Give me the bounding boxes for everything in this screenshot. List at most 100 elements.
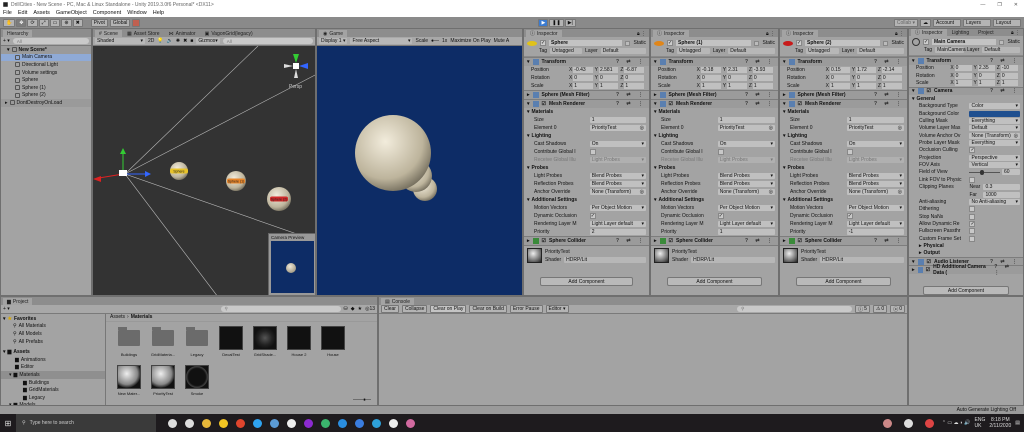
foldout-arrow-icon[interactable]: ▾ bbox=[527, 101, 530, 107]
component-header[interactable]: ▸ Sphere (Mesh Filter) ? ⇄ ⋮ bbox=[524, 90, 649, 99]
field-checkbox[interactable]: ✓ bbox=[969, 220, 976, 227]
active-checkbox[interactable]: ✓ bbox=[667, 40, 673, 46]
field-input[interactable]: 1 bbox=[717, 229, 775, 235]
foldout-arrow-icon[interactable]: ▾ bbox=[912, 88, 915, 94]
lighting-toggle-icon[interactable]: 💡 bbox=[157, 38, 163, 44]
game-viewport[interactable] bbox=[317, 46, 523, 296]
asset-item[interactable]: House 2 bbox=[284, 325, 314, 357]
foldout-group[interactable]: ▾ Probes bbox=[651, 164, 778, 172]
field-input[interactable]: Light Probes ▾ bbox=[589, 157, 646, 163]
axis-z-input[interactable]: 1 bbox=[752, 83, 773, 89]
active-checkbox[interactable]: ✓ bbox=[796, 40, 802, 46]
foldout-group[interactable]: ▾ General bbox=[909, 95, 1023, 102]
foldout-group[interactable]: ▾ Lighting bbox=[651, 132, 778, 140]
component-menu-icons[interactable]: ? ⇄ ⋮ bbox=[745, 101, 778, 107]
active-checkbox[interactable]: ✓ bbox=[540, 40, 546, 46]
field-checkbox[interactable] bbox=[969, 213, 976, 220]
axis-z-input[interactable]: 0 bbox=[1000, 72, 1019, 79]
favorite-icon[interactable]: ★ bbox=[358, 306, 362, 312]
axis-z-input[interactable]: 0 bbox=[752, 75, 773, 81]
foldout-arrow-icon[interactable]: ▸ bbox=[527, 238, 530, 244]
component-header[interactable]: ▸ ☑ Sphere Collider ? ⇄ ⋮ bbox=[780, 236, 907, 245]
component-header[interactable]: ▾ Transform ? ⇄ ⋮ bbox=[524, 57, 649, 66]
camera-icon[interactable]: ■ bbox=[190, 38, 193, 44]
component-header[interactable]: ▾ Transform ? ⇄ ⋮ bbox=[909, 56, 1023, 65]
field-checkbox[interactable]: ✓ bbox=[717, 213, 724, 219]
asset-item[interactable]: Smoke bbox=[182, 364, 212, 396]
console-clear-button[interactable]: Clear bbox=[381, 305, 399, 313]
axis-y-input[interactable]: 1 bbox=[727, 83, 747, 89]
axis-z-input[interactable]: 1 bbox=[881, 83, 902, 89]
maximize-button[interactable]: ❐ bbox=[997, 2, 1001, 8]
add-component-button[interactable]: Add Component bbox=[923, 286, 1009, 295]
tab-vagongrid-legacy-[interactable]: ▣ VagonGrid(legacy) bbox=[200, 30, 257, 37]
axis-y-input[interactable]: 0 bbox=[727, 75, 747, 81]
field-dropdown[interactable]: Light Layer default ▾ bbox=[846, 221, 904, 227]
slider-value-input[interactable]: 60 bbox=[1002, 169, 1020, 176]
hierarchy-item[interactable]: Directional Light bbox=[1, 61, 91, 69]
global-toggle[interactable]: Global bbox=[109, 18, 131, 27]
foldout-group[interactable]: ▾ Materials bbox=[780, 108, 907, 116]
hierarchy-item[interactable]: Sphere (2) bbox=[1, 92, 91, 100]
foldout-arrow-icon[interactable]: ▾ bbox=[654, 133, 657, 139]
language-indicator[interactable]: ENG UK bbox=[975, 417, 986, 429]
chrome-icon[interactable] bbox=[236, 418, 245, 428]
foldout-arrow-icon[interactable]: ▾ bbox=[9, 372, 12, 378]
filter-type-icon[interactable]: ⛁ bbox=[344, 306, 348, 312]
component-enabled-checkbox[interactable]: ☑ bbox=[798, 101, 802, 107]
tab-inspector[interactable]: ⓘ Inspector bbox=[653, 30, 689, 37]
axis-z-input[interactable]: 0 bbox=[624, 75, 644, 81]
asset-item[interactable]: House bbox=[318, 325, 348, 357]
layer-dropdown[interactable]: Default bbox=[857, 48, 904, 54]
shader-dropdown[interactable]: HDRP/Lit bbox=[820, 256, 904, 263]
pivot-toggle[interactable]: Pivot bbox=[90, 18, 108, 27]
gizmos-dropdown[interactable]: Gizmos ▾ bbox=[196, 38, 220, 44]
notifications-icon[interactable]: ▤ bbox=[1015, 420, 1020, 426]
foldout-arrow-icon[interactable]: ▾ bbox=[654, 101, 657, 107]
component-enabled-checkbox[interactable]: ☑ bbox=[927, 88, 931, 94]
tray-icons[interactable]: ⌃ ▭ ☁ ◗ 🔊 bbox=[942, 420, 971, 426]
layer-dropdown[interactable]: Default bbox=[982, 47, 1020, 54]
project-folder[interactable]: ▆ GridMaterials bbox=[1, 386, 105, 394]
tab-asset-store[interactable]: ▦ Asset Store bbox=[122, 30, 164, 37]
field-input[interactable]: Light Probes ▾ bbox=[717, 157, 775, 163]
console-clear-on-play-button[interactable]: Clear on Play bbox=[430, 305, 467, 313]
tray-app-icon[interactable] bbox=[903, 418, 913, 428]
move-tool-icon[interactable]: ✥ bbox=[16, 18, 27, 27]
field-dropdown[interactable]: Perspective ▾ bbox=[969, 154, 1020, 161]
shader-dropdown[interactable]: HDRP/Lit bbox=[691, 256, 775, 263]
rotate-tool-icon[interactable]: ⟳ bbox=[27, 18, 38, 27]
foldout-arrow-icon[interactable]: ▾ bbox=[783, 133, 786, 139]
field-dropdown[interactable]: Blend Probes ▾ bbox=[846, 173, 904, 179]
favorites-folder[interactable]: ▾ ★ Favorites bbox=[1, 315, 105, 323]
asset-item[interactable]: Legacy bbox=[182, 326, 212, 357]
hierarchy-search[interactable]: All bbox=[12, 38, 89, 44]
component-enabled-checkbox[interactable]: ☑ bbox=[798, 238, 802, 244]
component-header[interactable]: ▸ ☑ Sphere Collider ? ⇄ ⋮ bbox=[524, 236, 649, 245]
tab-lighting[interactable]: Lighting bbox=[947, 29, 974, 37]
minimize-button[interactable]: — bbox=[980, 2, 985, 8]
favorite-item[interactable]: ⚲ All Prefabs bbox=[1, 338, 105, 346]
axis-x-input[interactable]: 1 bbox=[700, 83, 721, 89]
tab-inspector[interactable]: ⓘ Inspector bbox=[911, 29, 947, 37]
aspect-dropdown[interactable]: Free Aspect ▾ bbox=[350, 38, 413, 44]
object-picker-icon[interactable]: ◎ bbox=[1014, 133, 1020, 139]
tab-inspector[interactable]: ⓘ Inspector bbox=[526, 30, 562, 37]
field-dropdown[interactable]: Light Layer default ▾ bbox=[589, 221, 646, 227]
component-enabled-checkbox[interactable]: ☑ bbox=[542, 101, 546, 107]
foldout-arrow-icon[interactable]: ▸ bbox=[783, 92, 786, 98]
component-header[interactable]: ▾ Transform ? ⇄ ⋮ bbox=[780, 57, 907, 66]
foldout-arrow-icon[interactable]: ▸ bbox=[527, 92, 530, 98]
field-object-field[interactable]: None (Transform) ◎ bbox=[717, 189, 775, 195]
field-checkbox[interactable]: ✓ bbox=[846, 213, 853, 219]
foldout-arrow-icon[interactable]: ▾ bbox=[527, 59, 530, 65]
field-dropdown[interactable]: Vertical ▾ bbox=[969, 162, 1020, 169]
pause-button[interactable]: ❚❚ bbox=[549, 18, 564, 27]
component-header[interactable]: ▾ ☑ Mesh Renderer ? ⇄ ⋮ bbox=[780, 99, 907, 108]
component-menu-icons[interactable]: ? ⇄ ⋮ bbox=[616, 92, 649, 98]
collab-button[interactable]: Collab ▾ bbox=[893, 18, 918, 27]
menu-help[interactable]: Help bbox=[153, 10, 164, 16]
field-object-field[interactable]: None (Transform) ◎ bbox=[969, 132, 1020, 139]
foldout-arrow-icon[interactable]: ▾ bbox=[912, 259, 915, 265]
project-folder[interactable]: ▆ Animations bbox=[1, 356, 105, 364]
